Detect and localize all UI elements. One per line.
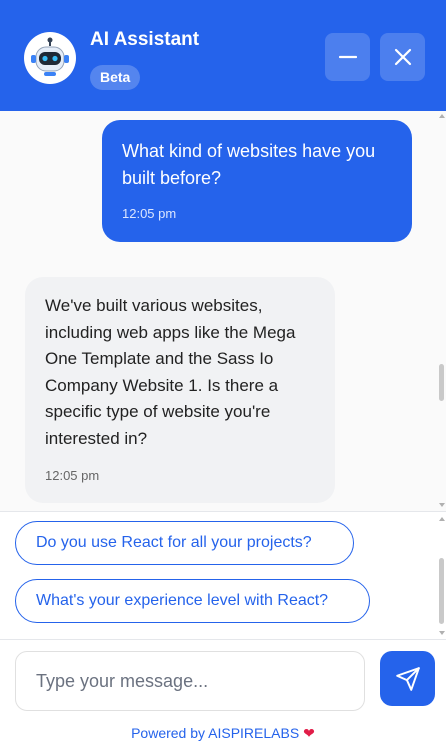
- chat-header: AI Assistant Beta: [0, 0, 446, 111]
- scrollbar-thumb[interactable]: [439, 558, 444, 624]
- minimize-button[interactable]: [325, 33, 370, 81]
- assistant-title: AI Assistant: [90, 29, 200, 50]
- suggestion-chip[interactable]: What's your experience level with React?: [15, 579, 370, 623]
- send-button[interactable]: [380, 651, 435, 706]
- chat-scrollbar[interactable]: [438, 111, 446, 511]
- send-icon: [395, 666, 420, 691]
- powered-by: Powered by AISPIRELABS ❤: [0, 725, 446, 742]
- suggestions-panel: Do you use React for all your projects? …: [0, 511, 446, 639]
- heart-icon: ❤: [303, 725, 315, 741]
- suggestion-chip[interactable]: Do you use React for all your projects?: [15, 521, 354, 565]
- close-button[interactable]: [380, 33, 425, 81]
- message-time: 12:05 pm: [122, 206, 177, 221]
- close-icon: [394, 48, 411, 66]
- suggestions-scrollbar[interactable]: [438, 512, 446, 640]
- robot-icon: [24, 32, 76, 84]
- powered-by-text[interactable]: Powered by AISPIRELABS: [131, 725, 299, 741]
- beta-badge: Beta: [90, 65, 141, 90]
- scroll-down-arrow[interactable]: [439, 631, 445, 635]
- scroll-up-arrow[interactable]: [439, 114, 445, 118]
- scroll-down-arrow[interactable]: [439, 503, 445, 507]
- message-text: We've built various websites, including …: [45, 296, 296, 448]
- bot-message: We've built various websites, including …: [25, 277, 335, 503]
- scroll-up-arrow[interactable]: [439, 517, 445, 521]
- message-input[interactable]: [15, 651, 365, 711]
- minus-icon: [338, 55, 357, 59]
- message-time: 12:05 pm: [45, 468, 100, 483]
- message-text: What kind of websites have you built bef…: [122, 141, 376, 188]
- composer: Powered by AISPIRELABS❤: [0, 639, 446, 751]
- user-message: What kind of websites have you built bef…: [102, 120, 412, 242]
- scrollbar-thumb[interactable]: [439, 364, 444, 401]
- message-list[interactable]: What kind of websites have you built bef…: [0, 111, 446, 511]
